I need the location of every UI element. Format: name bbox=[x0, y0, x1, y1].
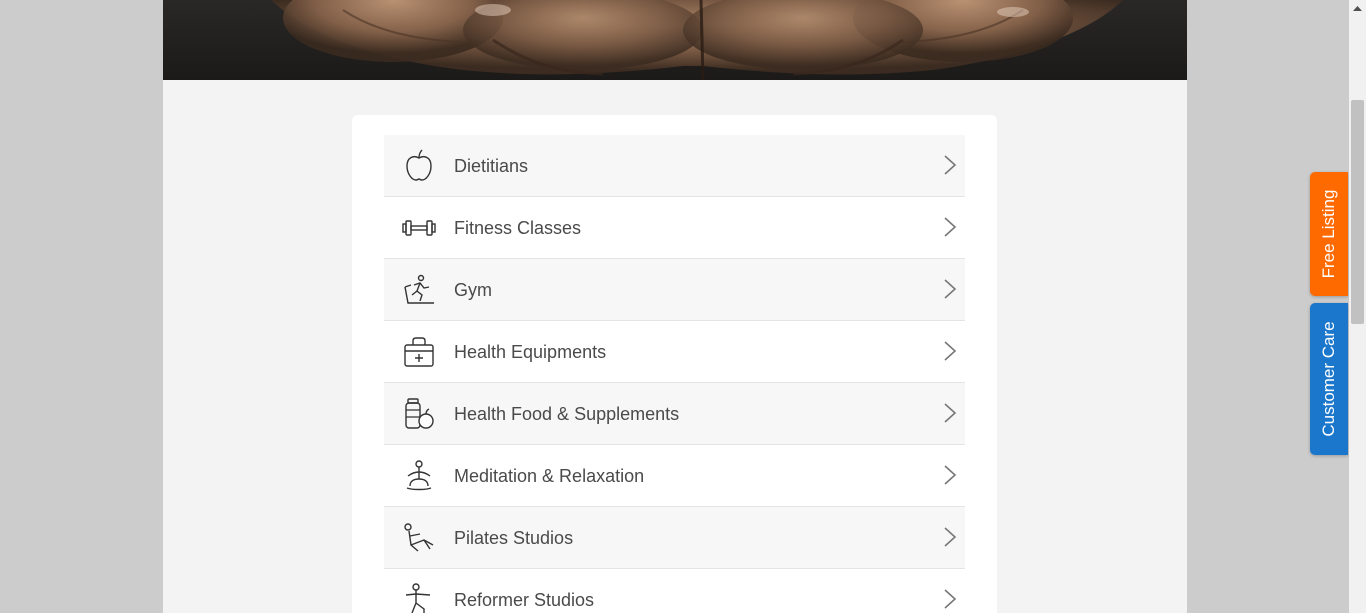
medical-bag-icon bbox=[404, 337, 434, 367]
free-listing-label: Free Listing bbox=[1319, 189, 1338, 279]
category-row-health-food-supplements[interactable]: Health Food & Supplements bbox=[384, 383, 965, 445]
category-label: Fitness Classes bbox=[454, 218, 582, 238]
scroll-up-arrow-icon[interactable] bbox=[1349, 0, 1366, 17]
pilates-icon bbox=[404, 523, 434, 552]
category-row-fitness-classes[interactable]: Fitness Classes bbox=[384, 197, 965, 259]
chevron-right-icon bbox=[944, 465, 957, 485]
hero-banner-image bbox=[163, 0, 1187, 80]
category-row-pilates-studios[interactable]: Pilates Studios bbox=[384, 507, 965, 569]
category-label: Pilates Studios bbox=[454, 528, 574, 548]
dumbbell-icon bbox=[402, 220, 436, 236]
chevron-right-icon bbox=[944, 589, 957, 609]
supplements-icon bbox=[405, 398, 434, 429]
category-label: Health Food & Supplements bbox=[454, 404, 680, 424]
page-scrollbar[interactable] bbox=[1349, 0, 1366, 613]
chevron-right-icon bbox=[944, 155, 957, 175]
chevron-right-icon bbox=[944, 527, 957, 547]
category-row-meditation-relaxation[interactable]: Meditation & Relaxation bbox=[384, 445, 965, 507]
customer-care-tab[interactable]: Customer Care bbox=[1310, 303, 1348, 455]
apple-icon bbox=[406, 149, 432, 181]
chevron-right-icon bbox=[944, 403, 957, 423]
category-label: Meditation & Relaxation bbox=[454, 466, 645, 486]
meditation-icon bbox=[406, 460, 432, 491]
category-row-reformer-studios[interactable]: Reformer Studios bbox=[384, 569, 965, 613]
category-card: Dietitians Fitness Classes Gym Health Eq… bbox=[352, 115, 997, 613]
category-label: Gym bbox=[454, 280, 492, 300]
category-label: Dietitians bbox=[454, 156, 529, 176]
page-content: Dietitians Fitness Classes Gym Health Eq… bbox=[163, 0, 1187, 613]
category-list: Dietitians Fitness Classes Gym Health Eq… bbox=[384, 135, 965, 613]
category-row-gym[interactable]: Gym bbox=[384, 259, 965, 321]
chevron-right-icon bbox=[944, 217, 957, 237]
category-row-health-equipments[interactable]: Health Equipments bbox=[384, 321, 965, 383]
chevron-right-icon bbox=[944, 341, 957, 361]
category-row-dietitians[interactable]: Dietitians bbox=[384, 135, 965, 197]
muscular-back-image bbox=[271, 0, 1123, 80]
category-label: Health Equipments bbox=[454, 342, 607, 362]
scrollbar-thumb[interactable] bbox=[1351, 100, 1364, 324]
free-listing-tab[interactable]: Free Listing bbox=[1310, 172, 1348, 296]
category-label: Reformer Studios bbox=[454, 590, 595, 610]
chevron-right-icon bbox=[944, 279, 957, 299]
customer-care-label: Customer Care bbox=[1319, 321, 1338, 437]
reformer-icon bbox=[405, 583, 431, 613]
treadmill-runner-icon bbox=[404, 274, 434, 304]
